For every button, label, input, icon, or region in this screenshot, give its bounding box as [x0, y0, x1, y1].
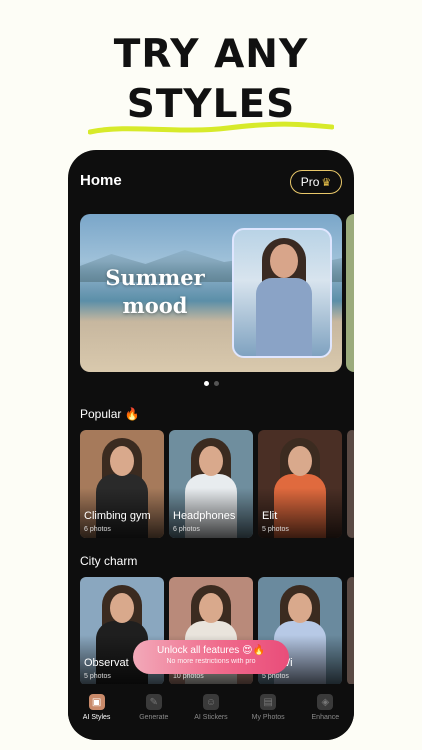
- popular-row: Climbing gym 6 photos Headphones 6 photos El…: [80, 430, 354, 538]
- card-photo-count: 10 photos: [173, 673, 204, 680]
- tab-label: AI Stickers: [194, 714, 228, 721]
- headline-underline: [88, 121, 334, 135]
- card-title: Climbing gym: [84, 510, 151, 522]
- tab-label: Generate: [139, 714, 169, 721]
- next-card-peek[interactable]: [347, 577, 354, 685]
- pagination-dot[interactable]: [213, 381, 219, 386]
- banner-title-line-1: Summer: [105, 265, 205, 290]
- tab-my-photos[interactable]: ▤ My Photos: [241, 694, 295, 740]
- pro-button[interactable]: Pro ♛: [290, 170, 342, 194]
- tab-ai-styles[interactable]: ▣ AI Styles: [70, 694, 124, 740]
- ai-styles-icon: ▣: [88, 694, 105, 710]
- featured-banner[interactable]: Summer mood: [80, 214, 342, 372]
- card-title: Headphones: [173, 510, 236, 522]
- tab-label: Enhance: [311, 714, 340, 721]
- unlock-subtitle: No more restrictions with pro: [166, 658, 256, 665]
- tab-generate[interactable]: ✎ Generate: [127, 694, 181, 740]
- enhance-icon: ◈: [317, 694, 334, 710]
- card-photo-count: 6 photos: [84, 526, 111, 533]
- photos-icon: ▤: [260, 694, 277, 710]
- card-photo-count: 5 photos: [84, 673, 111, 680]
- generate-icon: ✎: [145, 694, 162, 710]
- style-card[interactable]: Elit 5 photos: [258, 430, 342, 538]
- tab-label: AI Styles: [82, 714, 111, 721]
- next-card-peek[interactable]: [347, 430, 354, 538]
- next-banner-peek[interactable]: [346, 214, 354, 372]
- unlock-features-button[interactable]: Unlock all features 😍🔥 No more restricti…: [133, 640, 289, 674]
- card-photo-count: 6 photos: [173, 526, 200, 533]
- card-title: Elit: [262, 510, 278, 522]
- tab-enhance[interactable]: ◈ Enhance: [298, 694, 352, 740]
- crown-icon: ♛: [321, 176, 332, 189]
- bottom-tab-bar: ▣ AI Styles ✎ Generate ☺ AI Stickers ▤ My Photo…: [68, 684, 354, 740]
- promo-headline: TRY ANY STYLES: [0, 30, 422, 130]
- banner-title: Summer mood: [100, 264, 210, 320]
- card-photo-count: 5 photos: [262, 526, 289, 533]
- page-title: Home: [80, 172, 122, 189]
- section-title-city-charm: City charm: [80, 554, 138, 568]
- style-card[interactable]: Climbing gym 6 photos: [80, 430, 164, 538]
- tab-label: My Photos: [251, 714, 285, 721]
- style-card[interactable]: Headphones 6 photos: [169, 430, 253, 538]
- unlock-title: Unlock all features 😍🔥: [157, 645, 265, 656]
- card-photo-count: 5 photos: [262, 673, 289, 680]
- banner-title-line-2: mood: [122, 293, 188, 318]
- tab-ai-stickers[interactable]: ☺ AI Stickers: [184, 694, 238, 740]
- headline-line-1: TRY ANY: [113, 32, 309, 77]
- phone-screen: Home Pro ♛ Summer mood Popular 🔥 Climbin…: [68, 150, 354, 740]
- pro-label: Pro: [300, 175, 320, 189]
- banner-portrait: [232, 228, 332, 358]
- card-title: Observat: [84, 657, 129, 669]
- stickers-icon: ☺: [202, 694, 219, 710]
- banner-pagination: [68, 381, 354, 386]
- section-title-popular: Popular 🔥: [80, 407, 140, 421]
- pagination-dot-active[interactable]: [203, 381, 209, 386]
- top-bar: Home Pro ♛: [80, 170, 342, 194]
